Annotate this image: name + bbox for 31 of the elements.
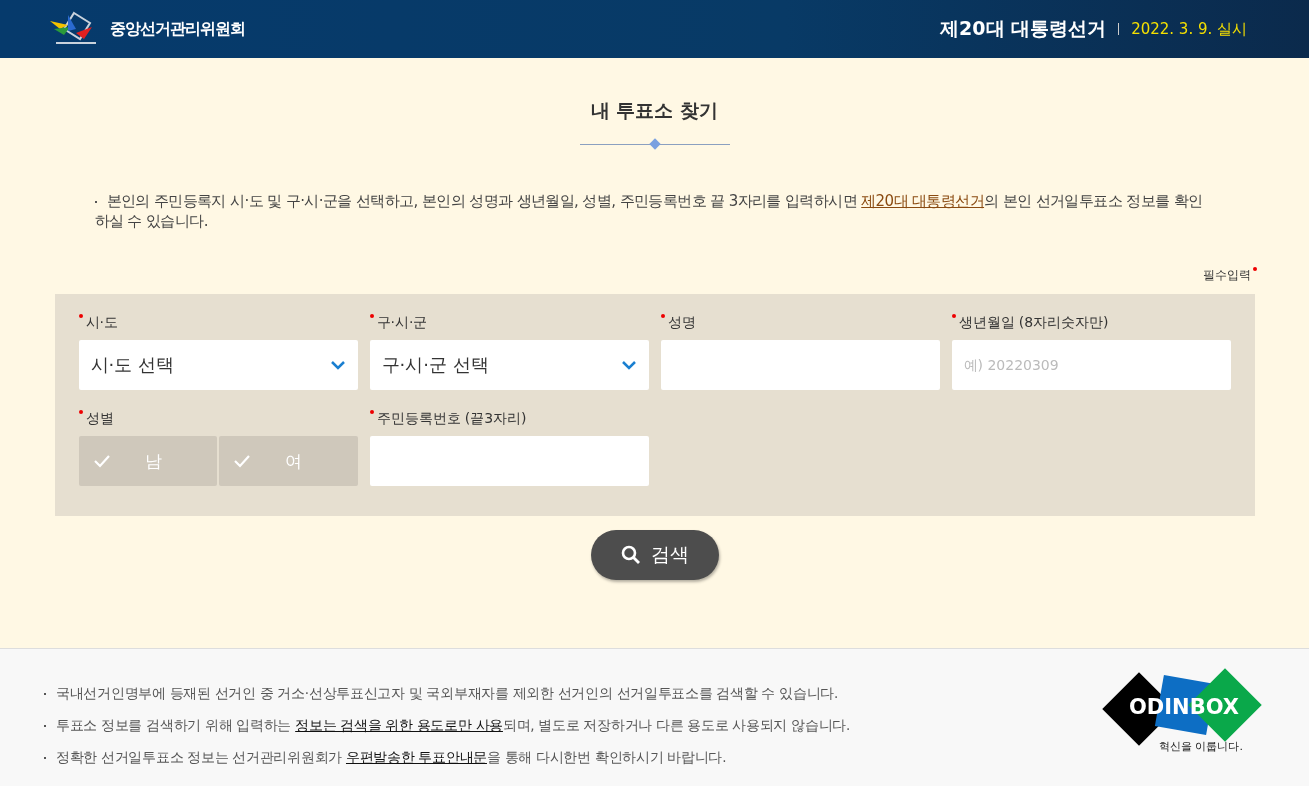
- field-label: 주민등록번호 (끝3자리): [369, 410, 649, 428]
- diamond-ornament: [648, 138, 661, 150]
- input-field[interactable]: 예) 20220309: [951, 340, 1231, 390]
- intro-text: 본인의 주민등록지 시·도 및 구·시·군을 선택하고, 본인의 성명과 생년월일, 성별, 주민등록번호 끝 3자리를 입력하시면 제20대 대통령선거의 본인 선거일투표소 정보를 확인하실 수 있습니다.: [94, 191, 1204, 231]
- input-field[interactable]: [660, 340, 940, 390]
- notice-text: 정확한 선거일투표소 정보는 선거관리위원회가 우편발송한 투표안내문을 통해 다시한번 확인하시기 바랍니다.: [44, 749, 850, 767]
- search-button[interactable]: 검색: [590, 530, 719, 580]
- field-label: 생년월일 (8자리숫자만): [951, 314, 1231, 332]
- election-date: 2022. 3. 9. 실시: [1131, 19, 1247, 39]
- election-title: 제20대 대통령선거: [940, 16, 1107, 41]
- check-icon: [92, 454, 111, 468]
- field-label: 구·시·군: [369, 314, 649, 332]
- field-label: 시·도: [78, 314, 358, 332]
- field-label: 성명: [660, 314, 940, 332]
- field-label: 성별: [78, 410, 358, 428]
- dropdown-field[interactable]: 시·도 선택: [78, 340, 358, 390]
- company-logo: ODINBOX 혁신을 이룹니다.: [1101, 667, 1271, 767]
- notice-link[interactable]: 정보는 검색을 위한 용도로만 사용: [295, 717, 503, 733]
- page-title: 내 투표소 찾기: [590, 98, 719, 123]
- dropdown-field[interactable]: 구·시·군 선택: [369, 340, 649, 390]
- input-field[interactable]: [369, 436, 649, 486]
- chevron-down-icon: [620, 360, 637, 370]
- check-icon: [233, 454, 251, 468]
- notice-text: 투표소 정보를 검색하기 위해 입력하는 정보는 검색을 위한 용도로만 사용되며, 별도로 저장하거나 다른 용도로 사용되지 않습니다.: [44, 717, 850, 735]
- organization-name[interactable]: 중앙선거관리위원회: [110, 18, 245, 40]
- election-link[interactable]: 제20대 대통령선거: [861, 192, 985, 210]
- required-note: 필수입력: [1202, 267, 1255, 284]
- notice-link[interactable]: 우편발송한 투표안내문: [345, 749, 487, 765]
- notice-text: 국내선거인명부에 등재된 선거인 중 거소·선상투표신고자 및 국외부재자를 제외한 선거인의 선거일투표소를 검색할 수 있습니다.: [44, 685, 850, 703]
- chevron-down-icon: [329, 360, 346, 370]
- search-icon: [620, 545, 641, 565]
